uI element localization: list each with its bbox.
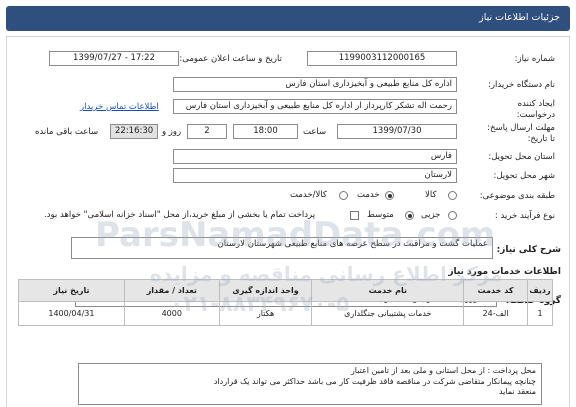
services-section-title: اطلاعات خدمات مورد نیاز [448,267,561,277]
cell-need-date: 1400/04/31 [18,301,125,326]
notes-line: چنانچه پیمانکار متقاضی شرکت در مناقصه فا… [213,376,536,386]
table-header-row: ردیف کد خدمت نام خدمت واحد اندازه گیری ت… [18,279,553,302]
need-details-panel: شماره نیاز: 1199003112000165 تاریخ و ساع… [6,36,570,407]
category-both-label: کالا/خدمت [290,190,327,200]
process-medium-radio[interactable] [405,211,414,220]
category-goods-label: کالا [425,190,437,200]
deadline-date-field: 1399/07/30 [337,124,457,139]
days-label: روز و [162,127,182,137]
remaining-time-field: 22:16:30 [110,124,158,139]
buyer-label: نام دستگاه خریدار: [488,80,555,90]
category-label: طبقه بندی موضوعی: [479,191,555,201]
category-service-radio[interactable] [385,191,394,200]
cell-quantity: 4000 [123,301,220,326]
buyer-contact-link[interactable]: اطلاعات تماس خریدار [80,102,159,112]
deadline-time-field: 18:00 [233,124,298,139]
announce-datetime-field: 1399/07/27 - 17:22 [49,51,179,66]
process-minor-label: جزیی [421,210,441,220]
process-label: نوع فرآیند خرید : [494,211,555,221]
cell-service-name: خدمات پشتیبانی جنگلداری [311,301,465,326]
province-label: استان محل تحویل: [488,152,555,162]
deadline-until-label: تا تاریخ: [527,134,555,144]
city-label: شهر محل تحویل: [493,171,555,181]
notes-line: محل پرداخت : از محل استانی و ملی بعد از … [350,366,536,375]
col-unit: واحد اندازه گیری [218,279,313,302]
creator-label: ایجاد کننده درخواست: [516,99,555,120]
process-minor-radio[interactable] [448,211,457,220]
col-quantity: تعداد / مقدار [123,279,220,302]
remaining-time-label: ساعت باقی مانده [35,127,99,137]
need-number-field: 1199003112000165 [307,51,457,66]
page-header: جزئیات اطلاعات نیاز [6,6,570,31]
city-field: لارستان [173,168,457,183]
category-service-label: خدمت [357,190,380,200]
cell-service-code: الف-24 [463,301,529,326]
services-table: ردیف کد خدمت نام خدمت واحد اندازه گیری ت… [18,279,553,326]
table-row: 1 الف-24 خدمات پشتیبانی جنگلداری هکتار 4… [18,301,553,326]
treasury-payment-note: پرداخت تمام یا بخشی از مبلغ خرید،از محل … [44,210,316,220]
col-need-date: تاریخ نیاز [18,279,125,302]
deadline-label: مهلت ارسال پاسخ: [487,123,555,133]
cell-row: 1 [527,301,553,326]
category-both-radio[interactable] [339,191,348,200]
buyer-field: اداره کل منابع طبیعی و آبخیزداری استان ف… [173,77,457,92]
description-field: عملیات گشت و مراقبت در سطح عرصه های مناب… [71,237,493,259]
province-field: فارس [173,149,457,164]
announce-label: تاریخ و ساعت اعلان عمومی: [179,54,282,64]
description-label: شرح کلی نیاز: [496,245,561,255]
notes-line: منعقد نماید [498,387,536,396]
buyer-notes: محل پرداخت : از محل استانی و ملی بعد از … [78,363,542,405]
col-service-code: کد خدمت [463,279,529,302]
process-medium-label: متوسط [367,210,394,220]
creator-field: رحمت اله تشکر کارپرداز ار اداره کل منابع… [173,99,457,114]
category-goods-radio[interactable] [448,191,457,200]
need-number-label: شماره نیاز: [514,54,555,64]
col-row: ردیف [527,279,553,302]
notes-line: ............. [502,397,536,405]
page-title: جزئیات اطلاعات نیاز [479,12,560,23]
days-remaining-field: 2 [187,124,227,139]
cell-unit: هکتار [218,301,313,326]
treasury-payment-checkbox[interactable] [350,211,359,220]
deadline-time-label: ساعت [303,127,327,137]
col-service-name: نام خدمت [311,279,465,302]
